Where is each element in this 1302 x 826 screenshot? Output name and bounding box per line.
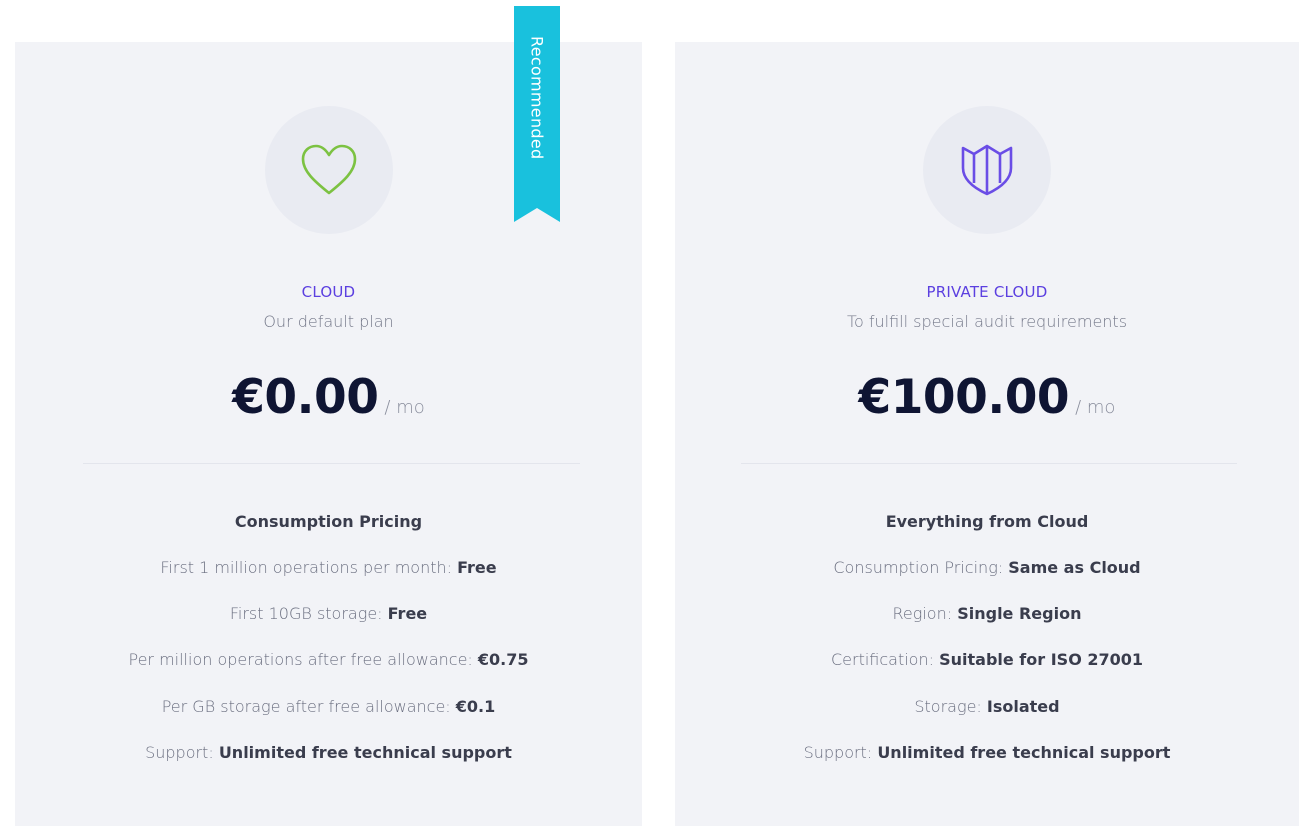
feature-item: Storage: Isolated — [675, 695, 1299, 741]
plan-price: €100.00 — [858, 370, 1070, 425]
shield-icon-circle — [923, 106, 1051, 234]
feature-item: First 1 million operations per month: Fr… — [15, 556, 642, 602]
heart-icon — [301, 144, 356, 195]
feature-value: Unlimited free technical support — [877, 742, 1171, 762]
price-period: / mo — [384, 397, 425, 418]
plan-price: €0.00 — [232, 370, 379, 425]
plan-name: CLOUD — [301, 283, 356, 301]
feature-list-title: Consumption Pricing — [234, 512, 423, 531]
plan-description: To fulfill special audit requirements — [846, 312, 1128, 331]
feature-list-title: Everything from Cloud — [885, 512, 1089, 531]
feature-item: Per GB storage after free allowance: €0.… — [15, 695, 642, 741]
feature-label: Support: — [145, 742, 219, 762]
feature-item: Region: Single Region — [675, 602, 1299, 648]
plan-name: PRIVATE CLOUD — [926, 283, 1048, 301]
feature-value: €0.1 — [455, 696, 496, 716]
feature-value: Same as Cloud — [1008, 558, 1141, 577]
feature-label: Region: — [892, 604, 958, 624]
feature-item: First 10GB storage: Free — [15, 602, 642, 648]
feature-label: Certification: — [830, 650, 940, 670]
feature-label: Per million operations after free allowa… — [128, 650, 478, 670]
feature-item: Per million operations after free allowa… — [15, 648, 642, 694]
heart-icon-circle — [264, 106, 393, 234]
ribbon-label: Recommended — [527, 36, 547, 160]
feature-value: €0.75 — [477, 650, 529, 670]
price-row: €100.00/ mo — [675, 370, 1299, 425]
feature-label: Consumption Pricing: — [833, 558, 1009, 577]
price-row: €0.00/ mo — [15, 370, 642, 425]
recommended-ribbon: Recommended — [514, 6, 560, 222]
pricing-card-private-cloud: PRIVATE CLOUD To fulfill special audit r… — [675, 42, 1299, 826]
feature-label: Per GB storage after free allowance: — [161, 696, 456, 716]
feature-value: Suitable for ISO 27001 — [939, 650, 1144, 670]
feature-list: Consumption Pricing First 1 million oper… — [15, 510, 642, 787]
feature-item: Certification: Suitable for ISO 27001 — [675, 648, 1299, 694]
plan-description: Our default plan — [263, 312, 394, 331]
divider — [83, 463, 580, 464]
feature-value: Single Region — [957, 604, 1082, 624]
feature-value: Unlimited free technical support — [218, 742, 512, 762]
feature-item: Support: Unlimited free technical suppor… — [675, 741, 1299, 787]
feature-value: Free — [387, 604, 428, 624]
feature-label: First 1 million operations per month: — [160, 558, 458, 577]
feature-list: Everything from Cloud Consumption Pricin… — [675, 510, 1299, 787]
feature-item: Consumption Pricing: Same as Cloud — [675, 556, 1299, 602]
divider — [741, 463, 1237, 464]
feature-label: Storage: — [914, 696, 987, 716]
feature-label: Support: — [803, 742, 878, 762]
feature-label: First 10GB storage: — [229, 604, 388, 624]
feature-item: Support: Unlimited free technical suppor… — [15, 741, 642, 787]
feature-value: Free — [457, 558, 497, 577]
feature-value: Isolated — [986, 696, 1060, 716]
price-period: / mo — [1075, 397, 1116, 418]
shield-icon — [961, 144, 1013, 196]
